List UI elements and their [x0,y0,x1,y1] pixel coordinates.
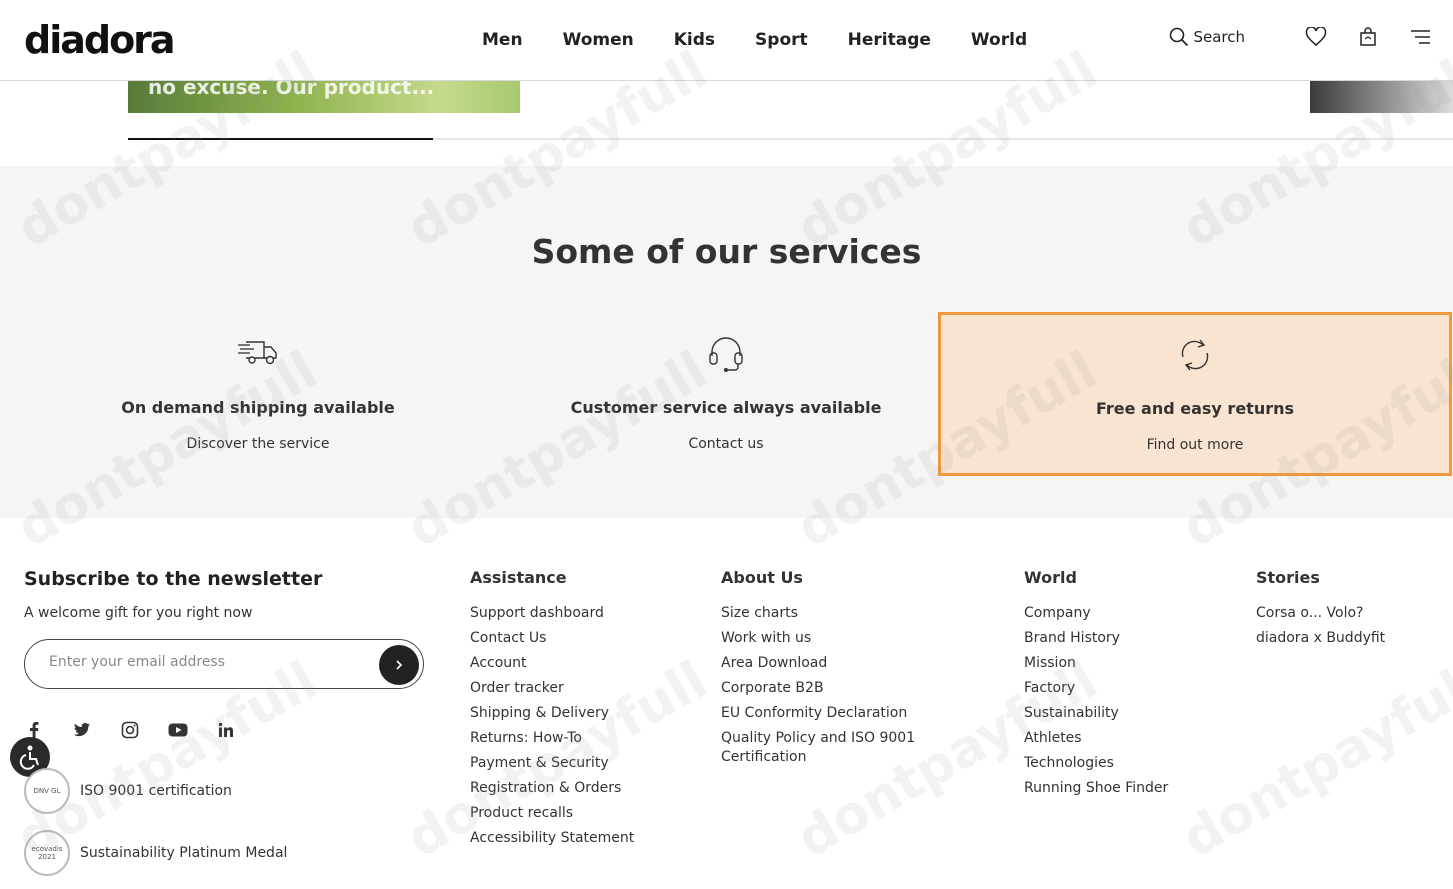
nav-kids[interactable]: Kids [674,28,715,52]
twitter-icon[interactable] [72,720,92,740]
footer-link[interactable]: Company [1024,604,1168,623]
nav-women[interactable]: Women [563,28,634,52]
footer-link[interactable]: Accessibility Statement [470,829,634,848]
nav-world[interactable]: World [971,28,1027,52]
footer-link[interactable]: Payment & Security [470,754,634,773]
accessibility-icon [19,745,39,770]
service-title: Free and easy returns [1095,399,1295,418]
nav-men[interactable]: Men [482,28,523,52]
footer-link[interactable]: EU Conformity Declaration [721,704,931,723]
carousel-section: no excuse. Our product... [0,81,1453,166]
footer-link[interactable]: Size charts [721,604,931,623]
newsletter-title: Subscribe to the newsletter [24,568,323,590]
site-header: diadora Men Women Kids Sport Heritage Wo… [0,0,1453,81]
services-section: Some of our services On demand shipping … [0,166,1453,518]
newsletter-form [24,639,424,689]
dnv-gl-badge: DNV·GL [24,768,70,814]
search-label: Search [1193,28,1245,46]
nav-sport[interactable]: Sport [755,28,808,52]
footer-col-title: About Us [721,568,803,587]
heart-icon [1305,27,1327,46]
footer-link[interactable]: Shipping & Delivery [470,704,634,723]
bag-icon [1360,27,1376,46]
headset-icon [709,337,743,372]
footer-link[interactable]: Technologies [1024,754,1168,773]
service-customer-care[interactable]: Customer service always available Contac… [491,312,961,476]
service-shipping[interactable]: On demand shipping available Discover th… [23,312,493,476]
returns-icon [1181,339,1209,371]
instagram-icon[interactable] [120,720,140,740]
main-nav: Men Women Kids Sport Heritage World [482,28,1067,52]
footer-col-stories: Stories Corsa o... Volo? diadora x Buddy… [1256,568,1385,654]
footer-link[interactable]: Corsa o... Volo? [1256,604,1385,623]
footer-col-title: World [1024,568,1077,587]
footer-link[interactable]: diadora x Buddyfit [1256,629,1385,648]
footer-col-about: About Us Size charts Work with us Area D… [721,568,931,773]
truck-icon [238,341,277,365]
service-title: Customer service always available [570,398,882,417]
services-heading: Some of our services [531,232,922,271]
footer-link[interactable]: Support dashboard [470,604,634,623]
carousel-slide-image[interactable]: no excuse. Our product... [128,81,520,113]
search-icon [1170,27,1189,47]
subscribe-button[interactable] [379,645,419,685]
footer-link[interactable]: Contact Us [470,629,634,648]
wishlist-button[interactable] [1305,27,1327,47]
header-actions: Search [1169,26,1431,48]
footer-link[interactable]: Registration & Orders [470,779,634,798]
footer-link[interactable]: Mission [1024,654,1168,673]
diadora-logo[interactable]: diadora [24,18,176,62]
service-title: On demand shipping available [121,398,395,417]
hamburger-icon [1411,30,1430,44]
chevron-right-icon [396,660,403,670]
footer-col-title: Stories [1256,568,1320,587]
footer-link[interactable]: Sustainability [1024,704,1168,723]
service-returns[interactable]: Free and easy returns Find out more [938,312,1452,476]
site-footer: Subscribe to the newsletter A welcome gi… [0,518,1453,889]
footer-link[interactable]: Account [470,654,634,673]
service-link[interactable]: Contact us [491,436,961,452]
linkedin-icon[interactable] [216,720,236,740]
footer-link[interactable]: Factory [1024,679,1168,698]
footer-link[interactable]: Quality Policy and ISO 9001 Certificatio… [721,729,931,767]
cert-label: ISO 9001 certification [80,783,232,799]
cert-label: Sustainability Platinum Medal [80,845,288,861]
ecovadis-badge: ecovadis 2021 [24,830,70,876]
footer-col-title: Assistance [470,568,567,587]
carousel-slide-image-next[interactable] [1310,81,1453,113]
search-button[interactable]: Search [1169,27,1245,47]
newsletter-subtitle: A welcome gift for you right now [24,605,253,621]
footer-link[interactable]: Corporate B2B [721,679,931,698]
menu-button[interactable] [1409,29,1431,45]
footer-link[interactable]: Athletes [1024,729,1168,748]
nav-heritage[interactable]: Heritage [848,28,931,52]
service-link[interactable]: Find out more [941,437,1449,453]
service-link[interactable]: Discover the service [23,436,493,452]
email-input[interactable] [49,654,369,670]
footer-link[interactable]: Work with us [721,629,931,648]
footer-link[interactable]: Brand History [1024,629,1168,648]
sustainability-medal[interactable]: ecovadis 2021 Sustainability Platinum Me… [24,830,287,876]
social-links [24,720,264,740]
cart-button[interactable] [1357,26,1379,48]
footer-link[interactable]: Running Shoe Finder [1024,779,1168,798]
slide-caption: no excuse. Our product... [148,81,435,99]
footer-link[interactable]: Product recalls [470,804,634,823]
footer-col-assistance: Assistance Support dashboard Contact Us … [470,568,634,854]
footer-link[interactable]: Returns: How-To [470,729,634,748]
footer-col-world: World Company Brand History Mission Fact… [1024,568,1168,804]
iso-certification[interactable]: DNV·GL ISO 9001 certification [24,768,232,814]
footer-link[interactable]: Order tracker [470,679,634,698]
footer-link[interactable]: Area Download [721,654,931,673]
carousel-progress-fill [128,138,433,140]
youtube-icon[interactable] [168,720,188,740]
